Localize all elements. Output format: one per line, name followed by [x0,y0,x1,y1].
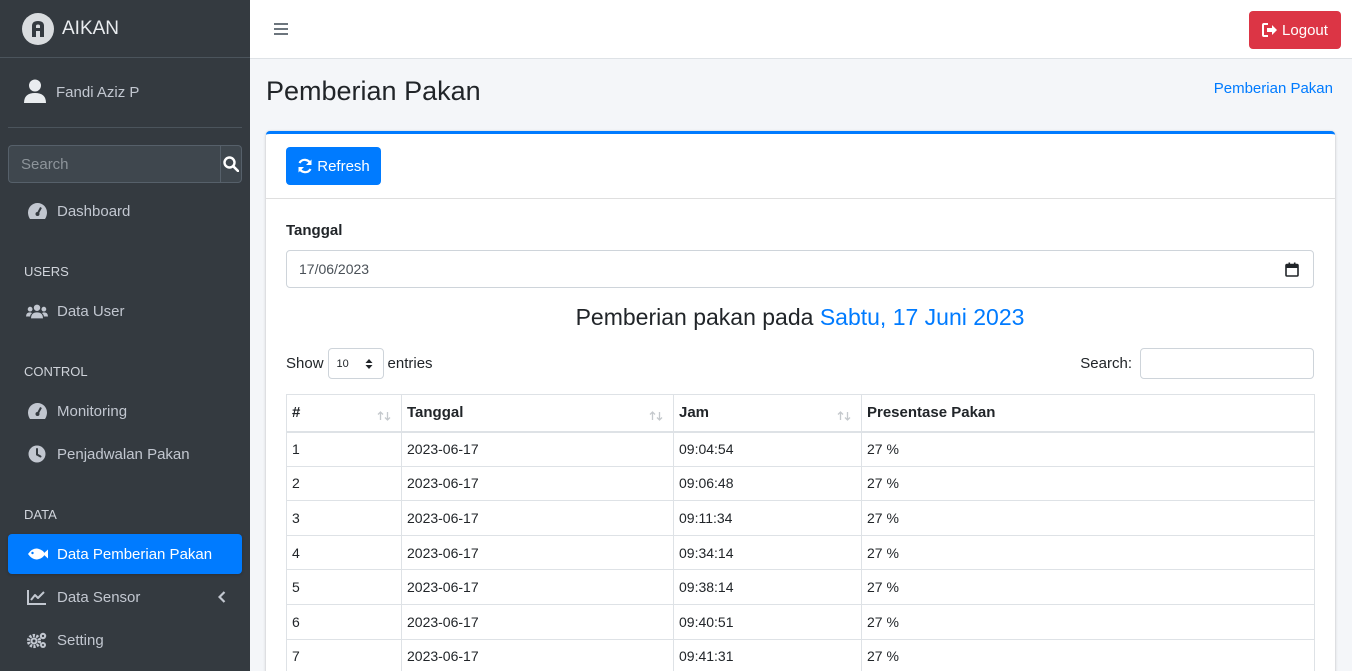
date-input[interactable]: 17/06/2023 [286,250,1314,288]
clock-icon [26,445,48,463]
sidebar-item-monitoring[interactable]: Monitoring [8,391,242,431]
feeding-date-heading: Pemberian pakan pada Sabtu, 17 Juni 2023 [286,304,1314,331]
user-name: Fandi Aziz P [56,84,140,101]
sidebar-item-data-pemberian-pakan[interactable]: Data Pemberian Pakan [8,534,242,574]
page-title: Pemberian Pakan [266,76,481,106]
sidebar-search-button[interactable] [220,145,242,183]
tachometer-icon [26,402,48,420]
sidebar-item-label: Data Pemberian Pakan [57,545,213,563]
table-search-input[interactable] [1140,348,1314,379]
entries-value: 10 [336,357,349,370]
calendar-icon[interactable] [1285,262,1299,280]
sidebar-search [8,145,242,183]
sidebar-item-setting[interactable]: Setting [8,620,242,660]
brand-name: AIKAN [62,17,120,39]
table-row: 5 2023-06-17 09:38:14 27 % [286,569,1315,605]
user-panel[interactable]: Fandi Aziz P [8,58,242,128]
column-header-jam[interactable]: Jam [673,394,862,433]
table-header-row: # Tanggal Jam Presentase Pakan [286,394,1315,433]
table-row: 2 2023-06-17 09:06:48 27 % [286,465,1315,502]
select-arrows-icon [365,358,373,373]
table-search: Search: [1080,348,1314,379]
entries-label: entries [387,355,433,372]
top-navbar: Logout [250,0,1352,59]
sort-icon [649,408,663,425]
table-search-label: Search: [1080,355,1132,372]
table-row: 3 2023-06-17 09:11:34 27 % [286,500,1315,536]
column-header-number[interactable]: # [286,394,402,433]
search-icon [223,156,239,172]
chevron-left-icon [217,590,226,607]
column-header-presentase[interactable]: Presentase Pakan [861,394,1315,433]
cogs-icon [26,631,48,649]
date-value: 17/06/2023 [299,261,370,277]
date-label: Tanggal [286,222,343,239]
tachometer-icon [26,202,48,220]
sidebar-item-data-sensor[interactable]: Data Sensor [8,577,242,617]
table-row: 6 2023-06-17 09:40:51 27 % [286,603,1315,640]
menu-toggle-icon[interactable] [274,22,288,39]
sidebar-item-dashboard[interactable]: Dashboard [8,191,242,231]
feeding-table: # Tanggal Jam Presentase Pakan 1 2023-06-… [286,394,1315,671]
fish-icon [26,547,48,561]
heading-prefix: Pemberian pakan pada [575,304,820,330]
card-header: Refresh [266,134,1335,199]
sidebar-item-penjadwalan[interactable]: Penjadwalan Pakan [8,434,242,474]
brand-link[interactable]: AIKAN [0,0,250,58]
nav-header-data: DATA [24,507,57,522]
table-row: 4 2023-06-17 09:34:14 27 % [286,534,1315,571]
sidebar: AIKAN Fandi Aziz P Dashboard USERS Data … [0,0,250,671]
sidebar-item-label: Dashboard [57,202,131,220]
refresh-icon [298,158,312,174]
sidebar-item-label: Penjadwalan Pakan [57,445,190,463]
nav-header-control: CONTROL [24,364,88,379]
logout-label: Logout [1282,21,1328,39]
nav-header-users: USERS [24,264,69,279]
refresh-label: Refresh [317,157,370,175]
sign-out-icon [1262,23,1278,37]
sidebar-search-input[interactable] [8,145,220,183]
users-icon [26,303,48,319]
table-row: 7 2023-06-17 09:41:31 27 % [286,638,1315,671]
brand-logo-icon [22,12,54,45]
sidebar-item-label: Setting [57,631,104,649]
sort-icon [837,408,851,425]
sidebar-item-label: Data User [57,302,125,320]
user-icon [24,79,46,107]
heading-date: Sabtu, 17 Juni 2023 [819,304,1025,330]
breadcrumb-link[interactable]: Pemberian Pakan [1214,80,1333,97]
sort-icon [377,408,391,425]
show-label: Show [286,355,324,372]
logout-button[interactable]: Logout [1249,11,1341,49]
sidebar-item-label: Data Sensor [57,588,141,606]
chart-line-icon [26,589,48,605]
column-header-tanggal[interactable]: Tanggal [401,394,674,433]
sidebar-item-data-user[interactable]: Data User [8,291,242,331]
sidebar-item-label: Monitoring [57,402,128,420]
table-row: 1 2023-06-17 09:04:54 27 % [286,431,1315,467]
entries-select[interactable]: 10 [327,348,384,379]
refresh-button[interactable]: Refresh [286,147,381,185]
show-entries: Show 10 entries [286,348,433,379]
